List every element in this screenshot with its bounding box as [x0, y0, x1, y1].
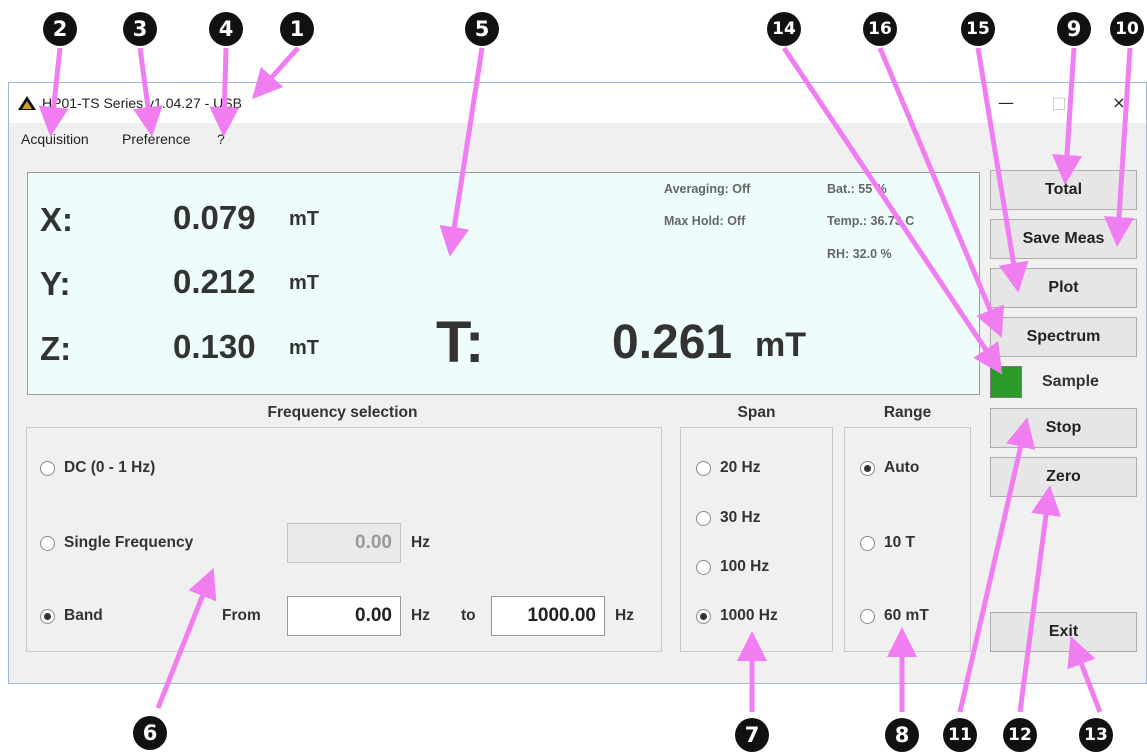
- radio-dc[interactable]: DC (0 - 1 Hz): [40, 459, 155, 477]
- callout-2: 2: [43, 12, 77, 46]
- span-20hz-label: 20 Hz: [720, 459, 761, 476]
- span-1000hz-radio-button[interactable]: [696, 608, 711, 624]
- span-100hz-radio-button[interactable]: [696, 559, 711, 575]
- plot-button[interactable]: Plot: [990, 268, 1137, 308]
- battery-status: Bat.: 55 %: [827, 182, 887, 196]
- to-label: to: [461, 607, 476, 624]
- averaging-status: Averaging: Off: [664, 182, 751, 196]
- x-unit: mT: [289, 208, 319, 230]
- callout-4: 4: [209, 12, 243, 46]
- temperature-status: Temp.: 36.73 C: [827, 214, 915, 228]
- y-unit: mT: [289, 272, 319, 294]
- callout-5: 5: [465, 12, 499, 46]
- callout-3: 3: [123, 12, 157, 46]
- exit-button[interactable]: Exit: [990, 612, 1137, 652]
- maximize-button[interactable]: □: [1039, 89, 1079, 115]
- range-option-auto[interactable]: Auto: [860, 459, 919, 477]
- dc-label: DC (0 - 1 Hz): [64, 459, 156, 476]
- measurement-display: X: 0.079 mT Y: 0.212 mT Z: 0.130 mT T: 0…: [27, 172, 980, 395]
- from-label: From: [222, 607, 261, 624]
- frequency-selection-title: Frequency selection: [267, 404, 418, 421]
- band-from-field[interactable]: 0.00: [287, 596, 401, 636]
- menu-bar: Acquisition Preference ?: [9, 123, 1146, 151]
- minimize-button[interactable]: —: [986, 89, 1026, 115]
- callout-13: 13: [1079, 718, 1113, 752]
- z-axis-label: Z:: [40, 330, 72, 367]
- callout-15: 15: [961, 12, 995, 46]
- range-10t-radio-button[interactable]: [860, 535, 875, 551]
- range-option-10t[interactable]: 10 T: [860, 534, 915, 552]
- from-unit: Hz: [411, 607, 430, 624]
- max-hold-status: Max Hold: Off: [664, 214, 746, 228]
- zero-button[interactable]: Zero: [990, 457, 1137, 497]
- band-radio-button[interactable]: [40, 608, 55, 624]
- span-option-1000hz[interactable]: 1000 Hz: [696, 607, 778, 625]
- callout-11: 11: [943, 718, 977, 752]
- callout-14: 14: [767, 12, 801, 46]
- callout-7: 7: [735, 718, 769, 752]
- range-auto-label: Auto: [884, 459, 920, 476]
- band-to-field[interactable]: 1000.00: [491, 596, 605, 636]
- stop-button[interactable]: Stop: [990, 408, 1137, 448]
- z-unit: mT: [289, 337, 319, 359]
- menu-acquisition[interactable]: Acquisition: [21, 131, 89, 147]
- span-option-30hz[interactable]: 30 Hz: [696, 509, 761, 527]
- x-value: 0.079: [173, 199, 256, 236]
- span-title: Span: [737, 404, 776, 421]
- humidity-status: RH: 32.0 %: [827, 247, 892, 261]
- radio-single-frequency[interactable]: Single Frequency: [40, 534, 193, 552]
- callout-8: 8: [885, 718, 919, 752]
- y-axis-label: Y:: [40, 265, 71, 302]
- total-label: T:: [436, 310, 485, 375]
- callout-16: 16: [863, 12, 897, 46]
- range-10t-label: 10 T: [884, 534, 916, 551]
- sample-label: Sample: [1042, 373, 1099, 390]
- total-button[interactable]: Total: [990, 170, 1137, 210]
- menu-help[interactable]: ?: [217, 131, 225, 147]
- single-frequency-label: Single Frequency: [64, 534, 194, 551]
- band-label: Band: [64, 607, 103, 624]
- single-frequency-field[interactable]: 0.00: [287, 523, 401, 563]
- window-title: HP01-TS Series v1.04.27 - USB: [42, 95, 242, 111]
- range-title: Range: [883, 404, 932, 421]
- range-60mt-label: 60 mT: [884, 607, 929, 624]
- to-unit: Hz: [615, 607, 634, 624]
- callout-10: 10: [1110, 12, 1144, 46]
- app-logo-icon: [18, 96, 36, 110]
- save-meas-button[interactable]: Save Meas: [990, 219, 1137, 259]
- callout-9: 9: [1057, 12, 1091, 46]
- title-bar: HP01-TS Series v1.04.27 - USB — □ ×: [9, 83, 1146, 123]
- total-unit: mT: [755, 326, 806, 364]
- dc-radio-button[interactable]: [40, 460, 55, 476]
- callout-1: 1: [280, 12, 314, 46]
- span-option-100hz[interactable]: 100 Hz: [696, 558, 769, 576]
- span-30hz-radio-button[interactable]: [696, 510, 711, 526]
- range-option-60mt[interactable]: 60 mT: [860, 607, 929, 625]
- menu-preference[interactable]: Preference: [122, 131, 190, 147]
- span-30hz-label: 30 Hz: [720, 509, 761, 526]
- radio-band[interactable]: Band: [40, 607, 103, 625]
- callout-12: 12: [1003, 718, 1037, 752]
- single-frequency-unit: Hz: [411, 534, 430, 551]
- single-frequency-radio-button[interactable]: [40, 535, 55, 551]
- total-value: 0.261: [612, 316, 733, 369]
- x-axis-label: X:: [40, 201, 73, 238]
- span-option-20hz[interactable]: 20 Hz: [696, 459, 761, 477]
- close-button[interactable]: ×: [1099, 89, 1139, 115]
- span-1000hz-label: 1000 Hz: [720, 607, 778, 624]
- z-value: 0.130: [173, 328, 256, 365]
- range-auto-radio-button[interactable]: [860, 460, 875, 476]
- spectrum-button[interactable]: Spectrum: [990, 317, 1137, 357]
- span-20hz-radio-button[interactable]: [696, 460, 711, 476]
- y-value: 0.212: [173, 263, 256, 300]
- span-100hz-label: 100 Hz: [720, 558, 770, 575]
- range-60mt-radio-button[interactable]: [860, 608, 875, 624]
- callout-6: 6: [133, 716, 167, 750]
- sample-indicator-led: [990, 366, 1022, 398]
